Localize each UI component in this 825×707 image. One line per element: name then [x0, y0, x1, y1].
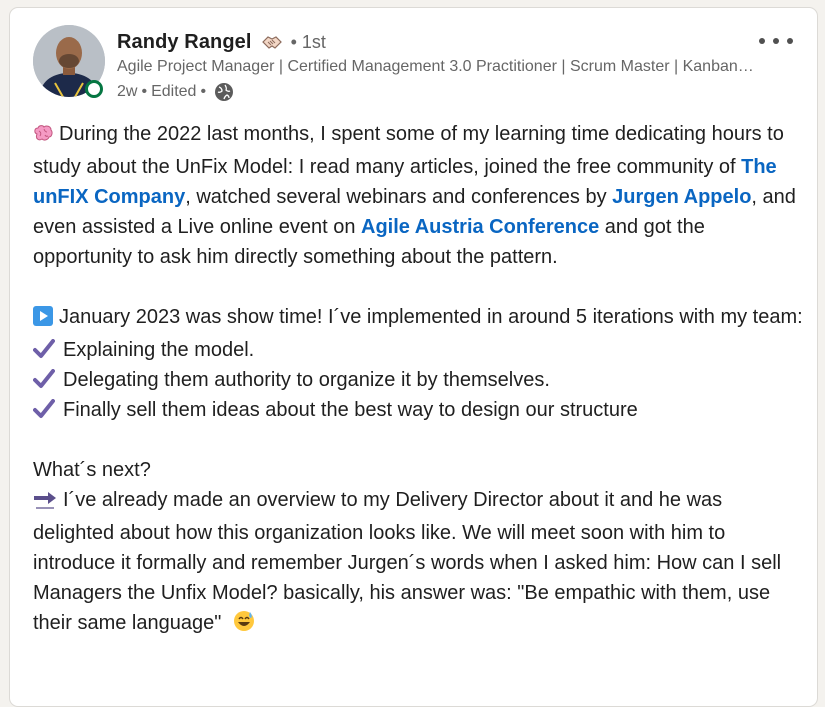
- sweat-smile-icon: [233, 610, 255, 641]
- post-text: During the 2022 last months, I spent som…: [33, 123, 784, 178]
- post-text: , watched several webinars and conferenc…: [185, 186, 613, 208]
- connection-degree: • 1st: [290, 31, 326, 52]
- connection-degree-value: 1st: [301, 31, 326, 52]
- post-time[interactable]: 2w: [117, 83, 137, 101]
- mention-link[interactable]: Jurgen Appelo: [612, 186, 751, 208]
- check-mark-icon: [33, 368, 55, 388]
- author-name-row: Randy Rangel • 1st: [117, 29, 326, 55]
- mention-link[interactable]: Agile Austria Conference: [361, 216, 599, 238]
- paragraph-body: I´ve already made an overview to my Deli…: [33, 485, 808, 641]
- post-text: I´ve already made an overview to my Deli…: [33, 489, 782, 634]
- list-item: Explaining the model.: [33, 335, 808, 365]
- handshake-icon: [261, 33, 283, 51]
- list-item: Finally sell them ideas about the best w…: [33, 395, 808, 425]
- post-paragraph-1: During the 2022 last months, I spent som…: [33, 119, 808, 272]
- globe-icon: [214, 82, 234, 102]
- list-item: Delegating them authority to organize it…: [33, 365, 808, 395]
- list-item-text: Explaining the model.: [63, 339, 255, 361]
- post-meta: 2w • Edited •: [117, 81, 234, 103]
- author-name[interactable]: Randy Rangel: [117, 31, 252, 54]
- dot-icon: [759, 38, 765, 44]
- post-paragraph-3: What´s next? I´ve already made an overvi…: [33, 455, 808, 641]
- post-card: Randy Rangel • 1st Agile Project Manager…: [9, 7, 818, 707]
- list-item-text: Finally sell them ideas about the best w…: [63, 399, 638, 421]
- paragraph-intro: January 2023 was show time! I´ve impleme…: [33, 302, 808, 335]
- author-headline: Agile Project Manager | Certified Manage…: [117, 58, 757, 75]
- edited-label: Edited: [151, 83, 197, 100]
- dot-icon: [773, 38, 779, 44]
- check-mark-icon: [33, 338, 55, 358]
- list-item-text: Delegating them authority to organize it…: [63, 369, 550, 391]
- play-button-icon: [33, 305, 53, 335]
- dot-icon: [787, 38, 793, 44]
- separator-dot: •: [200, 83, 207, 100]
- more-options-button[interactable]: [759, 32, 793, 50]
- paragraph-heading: What´s next?: [33, 459, 151, 481]
- online-status-indicator: [85, 80, 103, 98]
- brain-icon: [33, 122, 53, 152]
- post-text: January 2023 was show time! I´ve impleme…: [59, 306, 803, 328]
- separator-dot: •: [141, 83, 148, 100]
- check-mark-icon: [33, 398, 55, 418]
- post-body: During the 2022 last months, I spent som…: [33, 119, 808, 671]
- post-paragraph-2: January 2023 was show time! I´ve impleme…: [33, 302, 808, 425]
- soon-arrow-icon: [33, 488, 57, 518]
